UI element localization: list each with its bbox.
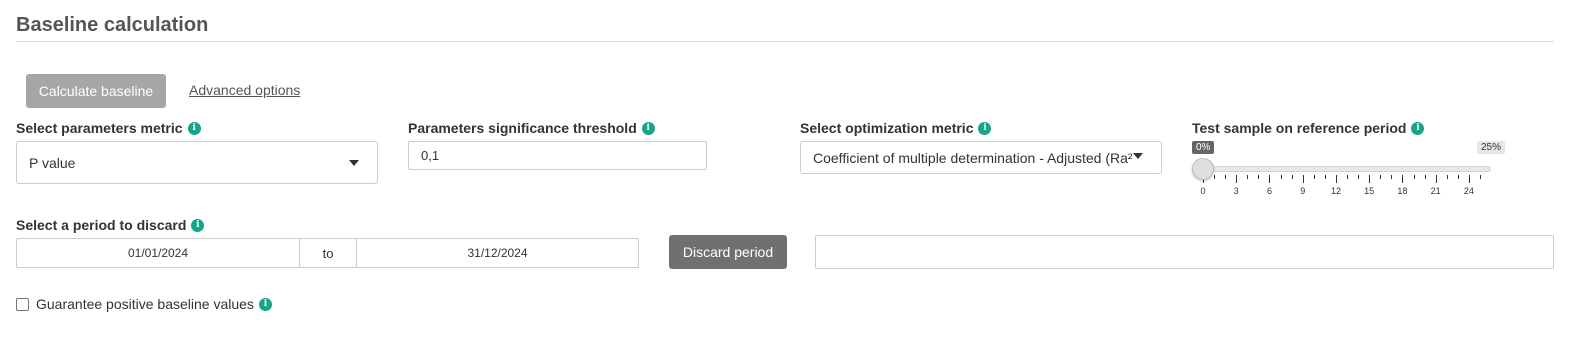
slider-tick xyxy=(1358,175,1360,179)
optimization-select[interactable]: Coefficient of multiple determination - … xyxy=(800,141,1162,174)
slider-handle[interactable] xyxy=(1192,158,1214,180)
slider-tick xyxy=(1380,175,1382,179)
significance-input[interactable] xyxy=(408,141,707,170)
slider-tick xyxy=(1258,175,1260,179)
slider-tick xyxy=(1480,175,1481,179)
test-sample-slider[interactable]: 0% 25% 0 3 6 9 12 15 18 21 24 xyxy=(1192,140,1506,200)
date-range-separator: to xyxy=(299,239,357,267)
slider-tick xyxy=(1446,175,1448,179)
section-divider xyxy=(16,41,1554,42)
slider-track[interactable] xyxy=(1202,166,1491,172)
chevron-down-icon xyxy=(1133,153,1143,159)
slider-tick-label: 9 xyxy=(1300,186,1306,196)
info-icon[interactable]: i xyxy=(1411,121,1425,135)
slider-tick xyxy=(1468,175,1470,183)
slider-tick xyxy=(1313,175,1315,179)
advanced-options-link[interactable]: Advanced options xyxy=(189,82,300,98)
slider-tick xyxy=(1457,175,1459,179)
slider-tick xyxy=(1280,175,1282,179)
start-date-input[interactable]: 01/01/2024 xyxy=(17,239,299,267)
test-sample-label-text: Test sample on reference period xyxy=(1192,120,1407,136)
slider-tick xyxy=(1369,175,1371,183)
discard-label-text: Select a period to discard xyxy=(16,217,187,233)
positive-values-label[interactable]: Guarantee positive baseline values xyxy=(36,296,254,312)
slider-min-badge: 0% xyxy=(1192,141,1215,154)
params-metric-value: P value xyxy=(29,154,76,171)
slider-tick xyxy=(1291,175,1293,179)
slider-tick xyxy=(1225,175,1227,179)
slider-tick xyxy=(1413,175,1415,179)
significance-label-text: Parameters significance threshold xyxy=(408,120,637,136)
section-title: Baseline calculation xyxy=(16,14,209,36)
discarded-periods-field[interactable] xyxy=(815,235,1554,269)
slider-tick xyxy=(1236,175,1238,183)
positive-values-checkbox[interactable] xyxy=(16,297,29,311)
slider-tick-label: 6 xyxy=(1266,186,1272,196)
slider-tick xyxy=(1391,175,1393,179)
slider-tick xyxy=(1269,175,1271,183)
optimization-value: Coefficient of multiple determination - … xyxy=(813,149,1133,166)
params-metric-label-text: Select parameters metric xyxy=(16,120,183,136)
test-sample-label: Test sample on reference period i xyxy=(1192,120,1425,136)
slider-tick xyxy=(1402,175,1404,183)
info-icon[interactable]: i xyxy=(978,121,992,135)
slider-tick xyxy=(1324,175,1326,179)
optimization-label: Select optimization metric i xyxy=(800,120,992,136)
info-icon[interactable]: i xyxy=(258,297,272,311)
slider-tick xyxy=(1335,175,1337,183)
significance-label: Parameters significance threshold i xyxy=(408,120,655,136)
slider-tick-label: 21 xyxy=(1430,186,1441,196)
discard-label: Select a period to discard i xyxy=(16,217,205,233)
end-date-input[interactable]: 31/12/2024 xyxy=(357,239,638,267)
slider-tick-label: 24 xyxy=(1463,186,1474,196)
discard-period-button[interactable]: Discard period xyxy=(669,235,787,269)
slider-tick xyxy=(1214,175,1216,179)
info-icon[interactable]: i xyxy=(187,121,201,135)
slider-tick-label: 18 xyxy=(1397,186,1408,196)
slider-tick-label: 15 xyxy=(1364,186,1375,196)
info-icon[interactable]: i xyxy=(641,121,655,135)
info-icon[interactable]: i xyxy=(191,218,205,232)
slider-tick-label: 3 xyxy=(1233,186,1239,196)
slider-tick xyxy=(1347,175,1349,179)
chevron-down-icon xyxy=(349,160,359,166)
positive-values-row: Guarantee positive baseline values i xyxy=(16,296,272,312)
params-metric-label: Select parameters metric i xyxy=(16,120,201,136)
slider-tick xyxy=(1247,175,1249,179)
slider-tick xyxy=(1435,175,1437,183)
optimization-label-text: Select optimization metric xyxy=(800,120,974,136)
slider-tick xyxy=(1302,175,1304,183)
calculate-baseline-button[interactable]: Calculate baseline xyxy=(26,74,166,108)
params-metric-select[interactable]: P value xyxy=(16,141,378,184)
slider-tick xyxy=(1424,175,1426,179)
slider-max-badge: 25% xyxy=(1477,141,1506,154)
discard-date-range: 01/01/2024 to 31/12/2024 xyxy=(16,238,639,268)
slider-tick-label: 0 xyxy=(1200,186,1206,196)
slider-tick-label: 12 xyxy=(1330,186,1341,196)
